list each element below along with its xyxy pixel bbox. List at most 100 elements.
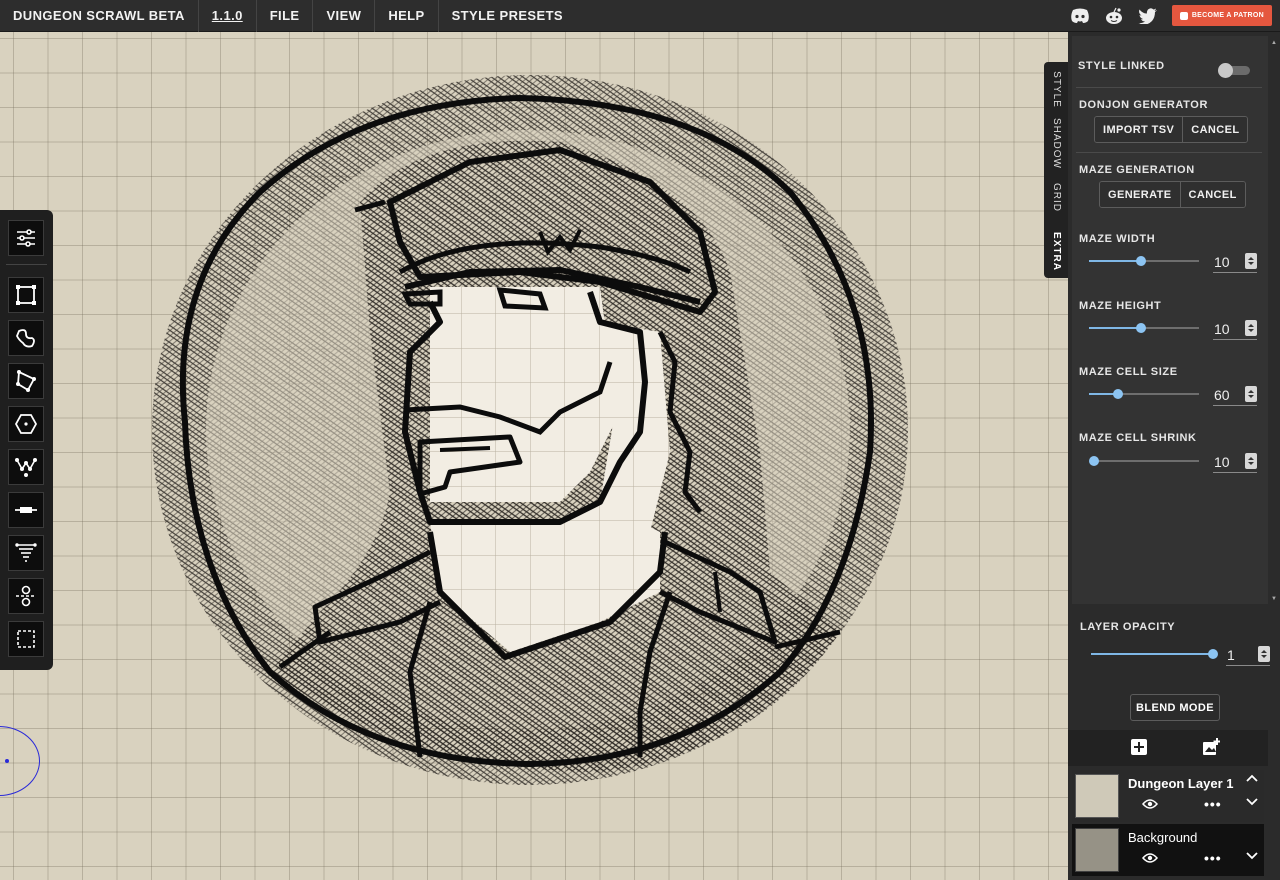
maze-cell-size-slider[interactable] <box>1089 387 1199 401</box>
layer-opacity-value: 1 <box>1227 647 1235 663</box>
help-menu[interactable]: HELP <box>375 0 439 32</box>
layer-opacity-label: LAYER OPACITY <box>1080 621 1176 633</box>
visibility-eye-icon[interactable] <box>1142 798 1158 810</box>
import-tsv-button[interactable]: IMPORT TSV <box>1095 117 1183 142</box>
layer-more-options[interactable]: ••• <box>1204 796 1222 812</box>
maze-height-spinner[interactable] <box>1245 320 1257 336</box>
slider-thumb[interactable] <box>1089 456 1099 466</box>
slider-fill <box>1089 327 1141 329</box>
tab-extra[interactable]: EXTRA <box>1044 224 1068 278</box>
freehand-tool-icon <box>16 329 35 348</box>
right-panel: STYLE LINKED DONJON GENERATOR IMPORT TSV… <box>1068 32 1280 880</box>
file-menu[interactable]: FILE <box>257 0 314 32</box>
style-linked-toggle[interactable] <box>1218 63 1250 78</box>
scroll-up-icon[interactable]: ▲ <box>1271 40 1277 46</box>
tool-mirror[interactable] <box>8 578 44 614</box>
door-tool-icon <box>15 507 37 513</box>
tool-rectangle[interactable] <box>8 277 44 313</box>
panel-tabs: STYLE SHADOW GRID EXTRA <box>1044 62 1068 278</box>
maze-height-input[interactable]: 10 <box>1213 318 1257 340</box>
maze-cell-size-label: MAZE CELL SIZE <box>1079 366 1178 378</box>
brush-cursor-center <box>5 759 9 763</box>
tab-shadow[interactable]: SHADOW <box>1044 116 1068 170</box>
maze-width-spinner[interactable] <box>1245 253 1257 269</box>
generate-button[interactable]: GENERATE <box>1100 182 1180 207</box>
maze-cell-size-spinner[interactable] <box>1245 386 1257 402</box>
tool-door[interactable] <box>8 492 44 528</box>
tool-stairs[interactable] <box>8 535 44 571</box>
tool-freehand[interactable] <box>8 320 44 356</box>
select-tool-icon <box>17 630 35 648</box>
tool-palette <box>0 210 53 670</box>
version-link[interactable]: 1.1.0 <box>199 0 257 32</box>
tool-polygon[interactable] <box>8 363 44 399</box>
view-menu[interactable]: VIEW <box>313 0 376 32</box>
stairs-tool-icon <box>15 543 37 562</box>
slider-fill <box>1089 260 1141 262</box>
add-layer-icon[interactable] <box>1130 738 1148 756</box>
slider-thumb[interactable] <box>1112 389 1123 399</box>
tab-style-label: STYLE <box>1050 70 1062 108</box>
sliders-icon <box>17 229 35 247</box>
blend-mode-button[interactable]: BLEND MODE <box>1130 694 1220 721</box>
slider-thumb[interactable] <box>1135 256 1146 266</box>
chevron-down-icon[interactable] <box>1246 852 1258 860</box>
layer-opacity-slider[interactable] <box>1091 647 1218 661</box>
maze-cell-size-input[interactable]: 60 <box>1213 384 1257 406</box>
panel-scrollbar[interactable]: ▲ ▼ <box>1270 36 1278 602</box>
mirror-tool-icon <box>16 585 36 607</box>
add-image-layer-icon[interactable] <box>1202 738 1220 756</box>
maze-cancel-button[interactable]: CANCEL <box>1179 182 1245 207</box>
maze-height-value: 10 <box>1214 321 1230 337</box>
toolbar-divider <box>6 264 47 265</box>
layer-row-dungeon[interactable]: Dungeon Layer 1 ••• <box>1072 770 1264 822</box>
reddit-icon[interactable] <box>1104 6 1124 26</box>
style-presets-menu[interactable]: STYLE PRESETS <box>439 0 576 32</box>
layer-more-options[interactable]: ••• <box>1204 850 1222 866</box>
maze-width-value: 10 <box>1214 254 1230 270</box>
tool-settings[interactable] <box>8 220 44 256</box>
patreon-icon <box>1179 11 1188 20</box>
maze-cell-shrink-slider[interactable] <box>1089 454 1199 468</box>
maze-cell-shrink-input[interactable]: 10 <box>1213 451 1257 473</box>
donjon-button-group: IMPORT TSV CANCEL <box>1094 116 1249 143</box>
layer-name: Background <box>1128 830 1198 845</box>
maze-height-slider[interactable] <box>1089 321 1199 335</box>
tab-style[interactable]: STYLE <box>1044 62 1068 116</box>
chevron-up-icon[interactable] <box>1246 774 1258 782</box>
map-canvas[interactable] <box>0 32 1068 880</box>
maze-generation-label: MAZE GENERATION <box>1079 164 1195 176</box>
tab-extra-label: EXTRA <box>1050 231 1062 271</box>
tool-select[interactable] <box>8 621 44 657</box>
divider <box>1076 152 1262 153</box>
maze-cell-shrink-value: 10 <box>1214 454 1230 470</box>
maze-cell-size-value: 60 <box>1214 387 1230 403</box>
slider-thumb[interactable] <box>1135 323 1146 333</box>
layer-opacity-input[interactable]: 1 <box>1226 644 1270 666</box>
tab-grid[interactable]: GRID <box>1044 170 1068 224</box>
top-menu-bar: DUNGEON SCRAWL BETA 1.1.0 FILE VIEW HELP… <box>0 0 1280 32</box>
visibility-eye-icon[interactable] <box>1142 852 1158 864</box>
extra-settings-panel: STYLE LINKED DONJON GENERATOR IMPORT TSV… <box>1072 36 1268 604</box>
tool-path[interactable] <box>8 449 44 485</box>
donjon-generator-label: DONJON GENERATOR <box>1079 99 1208 111</box>
maze-button-group: GENERATE CANCEL <box>1099 181 1246 208</box>
chevron-down-icon[interactable] <box>1246 798 1258 806</box>
tool-hexagon[interactable] <box>8 406 44 442</box>
tab-grid-label: GRID <box>1050 182 1062 212</box>
style-linked-label: STYLE LINKED <box>1078 60 1165 72</box>
layer-thumbnail <box>1075 828 1119 872</box>
become-patron-button[interactable]: BECOME A PATRON <box>1171 5 1272 26</box>
maze-width-slider[interactable] <box>1089 254 1199 268</box>
donjon-cancel-button[interactable]: CANCEL <box>1182 117 1248 142</box>
twitter-icon[interactable] <box>1138 6 1158 26</box>
layer-opacity-spinner[interactable] <box>1258 646 1270 662</box>
hexagon-tool-icon <box>14 414 38 434</box>
layer-row-background[interactable]: Background ••• <box>1072 824 1264 876</box>
discord-icon[interactable] <box>1070 6 1090 26</box>
maze-cell-shrink-spinner[interactable] <box>1245 453 1257 469</box>
layer-name: Dungeon Layer 1 <box>1128 776 1234 791</box>
scroll-down-icon[interactable]: ▼ <box>1271 596 1277 602</box>
slider-thumb[interactable] <box>1208 649 1218 659</box>
maze-width-input[interactable]: 10 <box>1213 251 1257 273</box>
